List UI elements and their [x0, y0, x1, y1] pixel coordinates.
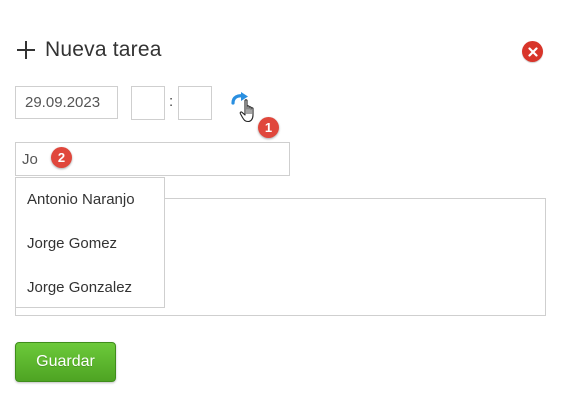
minute-field[interactable] — [178, 86, 212, 120]
dialog-header: Nueva tarea — [17, 38, 162, 62]
hand-cursor-icon — [239, 99, 254, 123]
suggestion-item[interactable]: Jorge Gomez — [27, 235, 117, 252]
step-badge-1: 1 — [258, 117, 279, 138]
time-separator: : — [169, 93, 174, 110]
close-icon — [527, 46, 538, 57]
save-button[interactable]: Guardar — [15, 342, 116, 382]
dialog-title: Nueva tarea — [45, 38, 162, 61]
autocomplete-dropdown: Antonio Naranjo Jorge Gomez Jorge Gonzal… — [15, 177, 165, 308]
step-badge-2: 2 — [51, 147, 72, 168]
hour-field[interactable] — [131, 86, 165, 120]
suggestion-item[interactable]: Antonio Naranjo — [27, 191, 135, 208]
date-field[interactable]: 29.09.2023 — [15, 86, 118, 119]
suggestion-item[interactable]: Jorge Gonzalez — [27, 279, 132, 296]
plus-icon — [17, 41, 35, 59]
close-button[interactable] — [522, 41, 543, 62]
